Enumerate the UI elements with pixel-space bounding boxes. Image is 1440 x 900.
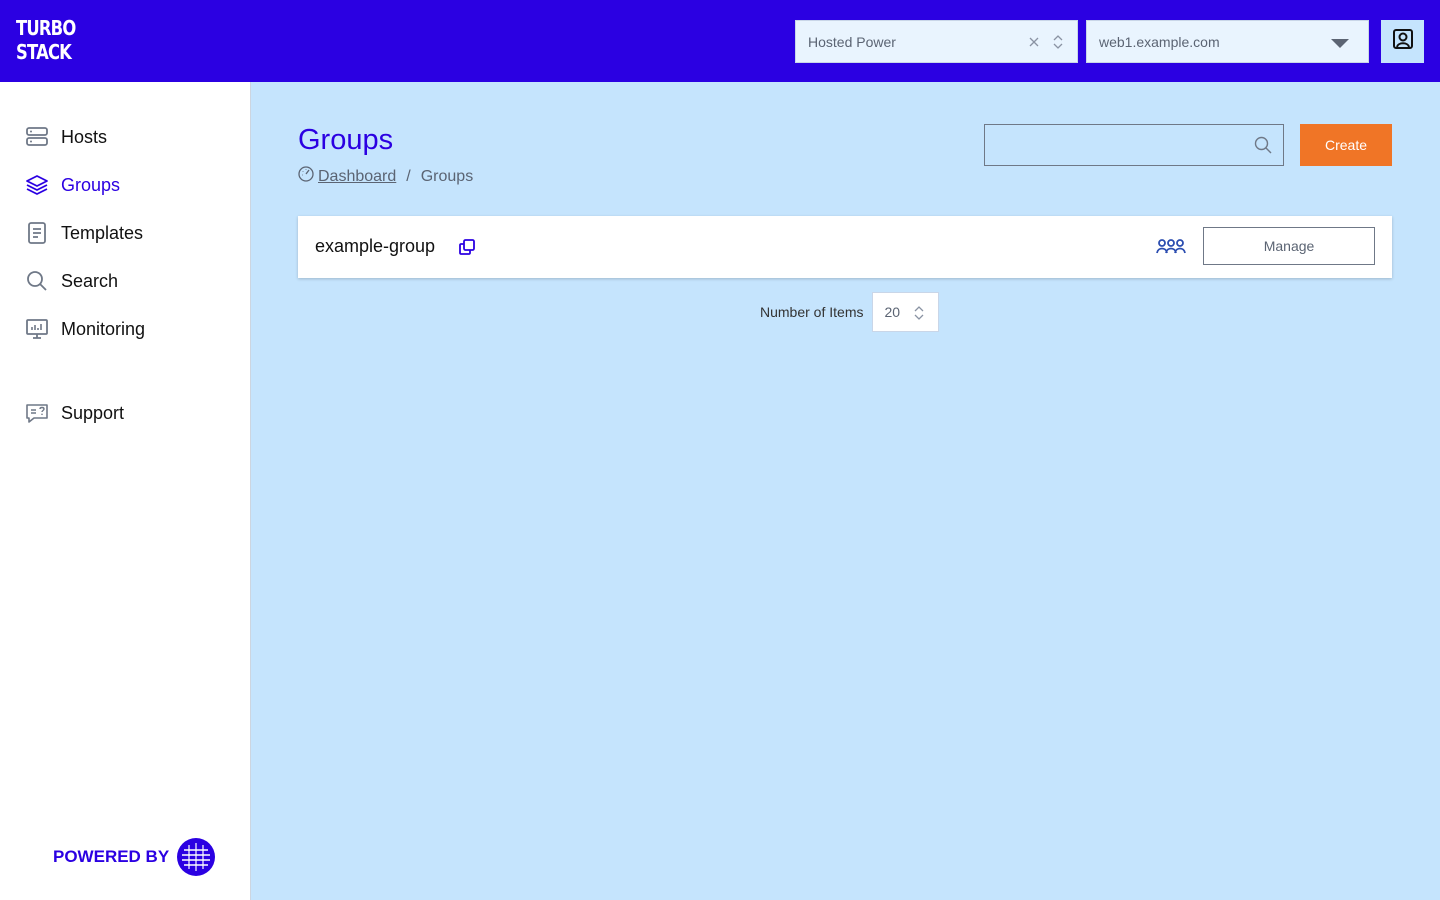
sidebar-item-hosts[interactable]: Hosts [24,122,107,152]
powered-by: POWERED BY [53,838,216,876]
sidebar-item-label: Monitoring [61,318,146,339]
sidebar-item-templates[interactable]: Templates [24,218,143,248]
breadcrumb-separator: / [406,167,411,185]
sidebar-item-label: Support [61,402,125,423]
sidebar: Hosts Groups Templates Search Monitoring… [0,82,251,900]
sidebar-item-support[interactable]: Support [24,398,124,428]
organization-select[interactable]: Hosted Power [795,20,1078,63]
document-icon [24,220,50,246]
sidebar-item-label: Groups [61,174,121,195]
group-search-box [984,124,1284,166]
search-input[interactable] [985,125,1245,165]
updown-chevron-icon [912,304,926,322]
clear-icon[interactable] [1027,33,1041,51]
logo-line-2: STACK [16,40,72,64]
chat-question-icon [24,400,50,426]
page-title: Groups [298,124,394,156]
create-button[interactable]: Create [1300,124,1392,166]
top-bar: TURBO STACK Hosted Power web1.example.co… [0,0,1440,82]
search-icon[interactable] [1253,135,1273,155]
sidebar-item-label: Templates [61,222,144,243]
hosted-power-logo[interactable] [177,838,216,876]
breadcrumb: Dashboard / Groups [298,166,473,187]
breadcrumb-current: Groups [420,167,474,185]
turbo-stack-logo[interactable]: TURBO STACK [16,16,76,66]
sidebar-item-groups[interactable]: Groups [24,170,120,200]
pagination: Number of Items 20 [760,292,940,332]
sidebar-item-label: Search [61,270,119,291]
server-icon [24,124,50,150]
items-per-page-value: 20 [884,304,901,320]
monitor-icon [24,316,50,342]
user-profile-icon [1392,28,1414,55]
dashboard-icon [298,166,314,187]
user-profile-button[interactable] [1381,20,1424,63]
powered-by-text: POWERED BY [53,847,170,866]
group-name: example-group [315,236,436,256]
caret-down-icon[interactable] [1331,39,1349,48]
updown-chevron-icon[interactable] [1051,33,1065,51]
group-row: example-group Manage [298,216,1392,278]
manage-button[interactable]: Manage [1203,227,1375,265]
items-per-page-label: Number of Items [760,304,864,320]
organization-select-value: Hosted Power [808,33,896,50]
host-select[interactable]: web1.example.com [1086,20,1369,63]
sidebar-item-search[interactable]: Search [24,266,118,296]
members-icon[interactable] [1156,237,1186,257]
layers-icon [24,172,50,198]
items-per-page-select[interactable]: 20 [872,292,940,332]
search-icon [24,268,50,294]
logo-line-1: TURBO [16,16,76,40]
sidebar-item-label: Hosts [61,126,108,147]
copy-icon[interactable] [458,238,476,256]
sidebar-item-monitoring[interactable]: Monitoring [24,314,145,344]
host-select-value: web1.example.com [1099,33,1220,50]
breadcrumb-dashboard-link[interactable]: Dashboard [318,168,396,186]
